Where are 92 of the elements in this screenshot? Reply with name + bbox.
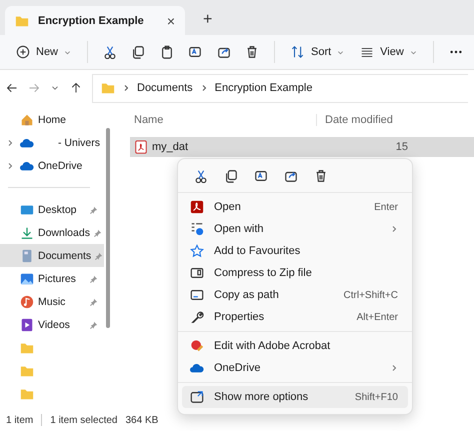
table-cell: 15 [396,141,408,153]
address-bar[interactable]: Documents Encryption Example [92,74,468,102]
sidebar-item[interactable]: Home [0,108,104,131]
up-arrow-icon[interactable] [70,82,82,94]
breadcrumb[interactable]: Documents [137,82,193,94]
plus-circle-icon [16,45,30,59]
pin-icon [90,206,98,214]
copy-icon [131,45,146,59]
delete-icon [244,45,259,59]
caret-icon [337,48,344,56]
acrobat-icon [190,339,204,353]
folder-icon [20,364,34,378]
pin-icon [90,274,98,282]
pictures-icon [20,272,34,286]
sort-icon [290,45,305,59]
menu-item[interactable]: Open with [182,218,408,240]
chevron-right-icon [6,162,14,170]
pin-icon [90,320,98,328]
home-icon [20,112,34,126]
close-button[interactable]: × [166,12,175,28]
chevron-right-icon [390,364,398,372]
sidebar-item[interactable]: Desktop [0,198,104,221]
cut-icon [103,45,118,59]
rename-icon [188,45,202,59]
cut-icon [194,169,208,183]
sidebar-item[interactable]: - Univers [0,131,104,154]
expand-icon [190,390,204,404]
pdf-file-icon [134,140,148,154]
sidebar-item[interactable]: Videos [0,313,104,336]
breadcrumb[interactable]: Encryption Example [214,82,312,94]
star-icon [190,244,204,258]
window-tab[interactable]: Encryption Example × [5,6,185,35]
desktop-icon [20,202,34,216]
zip-icon [190,266,204,280]
back-icon[interactable] [6,82,18,94]
column-header[interactable]: Name [112,114,316,126]
sidebar-item[interactable]: Music [0,290,104,313]
shortcut-label: Enter [374,202,398,212]
window-title: Encryption Example [38,14,145,26]
menu-item[interactable]: Show more options Shift+F10 [182,386,408,408]
folder-icon [101,81,115,95]
sidebar-item[interactable]: OneDrive [0,154,104,177]
menu-item[interactable]: Properties Alt+Enter [182,306,408,328]
item-count: 1 item [6,414,34,426]
menu-item[interactable]: Copy as path Ctrl+Shift+C [182,284,408,306]
new-button[interactable]: New [10,39,78,65]
chevron-right-icon [390,225,398,233]
caret-icon [410,48,417,56]
pin-icon [95,252,104,260]
menu-item[interactable]: Add to Favourites [182,240,408,262]
shortcut-label: Ctrl+Shift+C [344,290,398,300]
shortcut-label: Shift+F10 [354,392,398,402]
menu-item[interactable]: Compress to Zip file [182,262,408,284]
paste-icon [160,45,174,59]
menu-item[interactable]: OneDrive [182,357,408,379]
share-icon [284,169,298,183]
shortcut-label: Alt+Enter [356,312,398,322]
wrench-icon [190,310,204,324]
new-tab-button[interactable]: + [203,11,212,29]
menu-icon [360,45,374,59]
delete-icon [314,169,328,183]
sidebar-item[interactable]: Documents [0,244,104,267]
selection-count: 1 item selected [50,414,118,426]
menu-item[interactable]: Edit with Adobe Acrobat [182,335,408,357]
document-icon [20,248,34,262]
share-icon [216,45,231,59]
rename-icon [254,169,268,183]
chevron-right-icon [6,138,14,146]
copy-icon [224,169,238,183]
sidebar-item[interactable]: Pictures [0,267,104,290]
selection-size: 364 KB [126,414,158,426]
folder-icon [20,386,34,400]
caret-icon [64,48,72,56]
chevron-right-icon [200,84,208,92]
view-button[interactable]: View [354,39,423,65]
path-icon [190,288,204,302]
folder-icon [15,14,29,28]
video-icon [20,318,34,332]
sidebar-item[interactable]: Downloads [0,221,104,244]
pdf-icon [190,200,204,214]
pin-icon [90,298,98,306]
download-icon [20,226,34,240]
cloud-icon [190,361,204,375]
sort-button[interactable]: Sort [284,39,350,65]
column-header[interactable]: Date modified [316,114,393,126]
apps-icon [190,222,204,236]
file-row[interactable]: my_dat 15 [130,137,474,157]
chevron-right-icon [122,84,130,92]
music-icon [20,294,34,308]
pin-icon [94,228,102,236]
folder-icon [20,340,34,354]
menu-item[interactable]: Open Enter [182,196,408,218]
